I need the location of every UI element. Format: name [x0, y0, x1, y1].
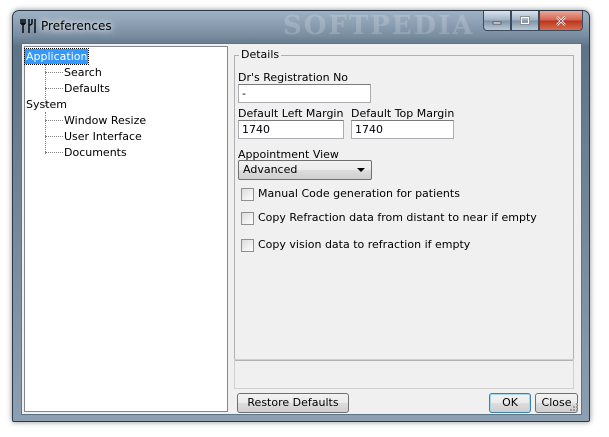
chevron-down-icon [357, 168, 365, 172]
close-icon [556, 15, 566, 26]
copy-vision-checkbox[interactable] [241, 239, 254, 252]
resize-grip-icon[interactable] [569, 402, 579, 412]
tree-line [45, 120, 63, 121]
client-area: Application Search Defaults System Windo… [21, 43, 582, 415]
watermark: SOFTPEDIA [283, 11, 475, 41]
details-legend: Details [239, 48, 282, 61]
tree-line [45, 72, 63, 73]
tree-item-documents[interactable]: Documents [63, 145, 128, 160]
tree-item-user-interface[interactable]: User Interface [63, 129, 143, 144]
details-footer-area [234, 359, 574, 389]
dr-registration-label: Dr's Registration No [238, 71, 349, 84]
restore-defaults-button[interactable]: Restore Defaults [237, 393, 349, 413]
maximize-icon [520, 16, 530, 25]
tree-item-window-resize[interactable]: Window Resize [63, 113, 147, 128]
caption-buttons [483, 11, 583, 31]
ok-button[interactable]: OK [489, 393, 531, 413]
settings-tree[interactable]: Application Search Defaults System Windo… [23, 46, 228, 412]
minimize-button[interactable] [483, 11, 511, 31]
left-margin-input[interactable]: 1740 [238, 120, 344, 139]
tree-line [45, 152, 63, 153]
copy-refraction-label: Copy Refraction data from distant to nea… [258, 211, 537, 224]
title-bar[interactable]: Preferences SOFTPEDIA [13, 11, 589, 43]
dr-registration-input[interactable]: - [238, 84, 371, 103]
left-margin-label: Default Left Margin [238, 107, 344, 120]
tree-line [45, 88, 63, 89]
minimize-icon [492, 21, 502, 24]
appointment-view-value: Advanced [243, 163, 298, 176]
top-margin-label: Default Top Margin [351, 107, 455, 120]
manual-code-checkbox[interactable] [241, 188, 254, 201]
tree-line [45, 136, 63, 137]
tree-item-search[interactable]: Search [63, 65, 103, 80]
maximize-button[interactable] [511, 11, 539, 31]
tree-line [45, 112, 46, 154]
top-margin-input[interactable]: 1740 [351, 120, 454, 139]
manual-code-label: Manual Code generation for patients [258, 187, 460, 200]
close-window-button[interactable] [539, 11, 583, 31]
copy-vision-label: Copy vision data to refraction if empty [258, 238, 471, 251]
preferences-window: Preferences SOFTPEDIA Application Search… [12, 10, 590, 422]
window-title: Preferences [41, 19, 112, 33]
tree-item-system[interactable]: System [25, 97, 68, 112]
appointment-view-select[interactable]: Advanced [238, 160, 372, 180]
tree-item-defaults[interactable]: Defaults [63, 81, 111, 96]
copy-refraction-checkbox[interactable] [241, 212, 254, 225]
tools-icon [20, 19, 36, 33]
tree-item-application[interactable]: Application [23, 48, 90, 65]
